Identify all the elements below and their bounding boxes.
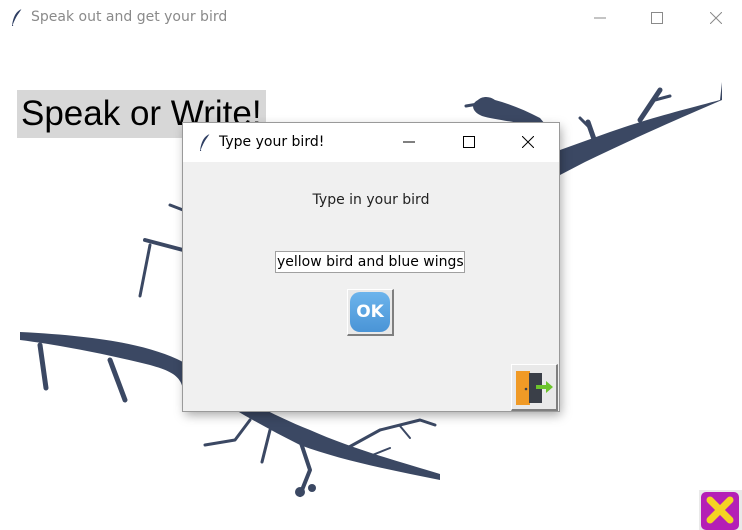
dialog-title-bar[interactable]: Type your bird! bbox=[183, 123, 559, 162]
minimize-icon bbox=[403, 141, 415, 143]
maximize-icon bbox=[463, 136, 475, 148]
close-icon bbox=[522, 136, 534, 148]
dialog-close-button[interactable] bbox=[505, 123, 551, 162]
bird-description-input[interactable]: yellow bird and blue wings a bbox=[275, 251, 465, 273]
dialog-title: Type your bird! bbox=[219, 134, 325, 150]
type-bird-dialog: Type your bird! Type in your bird yellow… bbox=[183, 123, 559, 411]
exit-door-icon bbox=[516, 371, 553, 405]
ok-button-label: OK bbox=[350, 292, 390, 332]
dialog-prompt: Type in your bird bbox=[312, 192, 430, 208]
main-window: Speak out and get your bird Speak or Wri… bbox=[0, 0, 742, 530]
ok-button[interactable]: OK bbox=[347, 289, 394, 336]
dialog-minimize-button[interactable] bbox=[386, 123, 432, 162]
close-app-button[interactable] bbox=[698, 489, 742, 530]
feather-icon bbox=[200, 133, 211, 151]
dialog-maximize-button[interactable] bbox=[446, 123, 492, 162]
exit-button[interactable] bbox=[511, 364, 558, 411]
close-x-icon bbox=[701, 492, 739, 530]
